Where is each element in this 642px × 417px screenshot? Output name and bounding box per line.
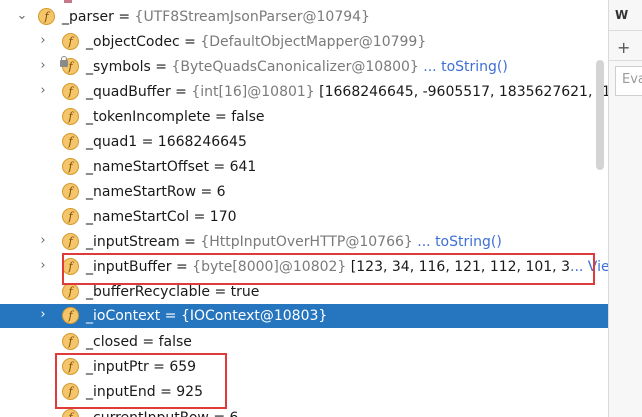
var-value: 925 xyxy=(176,384,203,400)
field-f-icon: f xyxy=(62,383,79,400)
chevron-right-icon[interactable]: › xyxy=(36,258,50,274)
var-name: _currentInputRow = 6 xyxy=(86,409,238,417)
divider xyxy=(609,30,642,31)
var-name: _quad1 xyxy=(86,134,138,150)
var-value: false xyxy=(231,109,265,125)
var-name: _quadBuffer xyxy=(86,84,171,100)
var-value: 659 xyxy=(169,359,197,375)
var-name: _objectCodec xyxy=(86,34,180,50)
tree-row-tokenincomplete[interactable]: f _tokenIncomplete = false xyxy=(0,105,608,129)
tree-row-namestartrow[interactable]: f _nameStartRow = 6 xyxy=(0,180,608,204)
tree-row-inputstream[interactable]: › f _inputStream = {HttpInputOverHTTP@10… xyxy=(0,230,608,254)
var-name: _parser xyxy=(62,9,114,25)
var-name: _tokenIncomplete xyxy=(86,109,211,125)
var-name: _nameStartOffset xyxy=(86,159,209,175)
var-name: _inputEnd xyxy=(86,384,156,400)
var-value: {byte[8000]@10802} xyxy=(192,259,347,275)
divider xyxy=(609,60,642,61)
var-name: _bufferRecyclable xyxy=(86,284,211,300)
var-value: {DefaultObjectMapper@10799} xyxy=(200,34,427,50)
var-value: 641 xyxy=(229,159,257,175)
tree-row-objectcodec[interactable]: › f _objectCodec = {DefaultObjectMapper@… xyxy=(0,30,608,54)
vertical-scrollbar[interactable] xyxy=(596,60,604,170)
field-f-icon: f xyxy=(62,208,79,225)
var-value: {HttpInputOverHTTP@10766} xyxy=(200,234,413,250)
view-link[interactable]: ... View xyxy=(570,259,608,275)
var-name: _symbols xyxy=(86,59,151,75)
truncated-parent-edge xyxy=(64,0,72,3)
tree-row-inputptr[interactable]: f _inputPtr = 659 xyxy=(0,355,608,379)
var-value: {int[16]@10801} xyxy=(191,84,315,100)
field-f-icon: f xyxy=(62,358,79,375)
to-string-link[interactable]: ... toString() xyxy=(417,234,502,250)
var-preview: [123, 34, 116, 121, 112, 101, 3 xyxy=(346,259,570,275)
variables-tree: ⌄ f _parser = {UTF8StreamJsonParser@1079… xyxy=(0,0,608,417)
chevron-right-icon[interactable]: › xyxy=(36,233,50,249)
var-name: _inputBuffer xyxy=(86,259,172,275)
evaluate-input[interactable]: Eva xyxy=(615,66,642,96)
tree-row-closed[interactable]: f _closed = false xyxy=(0,330,608,354)
var-value: 6 xyxy=(216,184,226,200)
plus-icon[interactable]: + xyxy=(617,38,630,57)
chevron-down-icon[interactable]: ⌄ xyxy=(15,8,29,24)
var-name: _inputPtr xyxy=(86,359,149,375)
tree-row-namestartoffset[interactable]: f _nameStartOffset = 641 xyxy=(0,155,608,179)
var-name: _closed xyxy=(86,334,138,350)
var-value: false xyxy=(158,334,192,350)
var-value: {ByteQuadsCanonicalizer@10800} xyxy=(171,59,419,75)
field-f-icon: f xyxy=(62,307,79,324)
var-name: _ioContext xyxy=(86,308,161,324)
field-f-icon: f xyxy=(62,158,79,175)
field-f-icon: f xyxy=(62,409,79,417)
field-f-icon: f xyxy=(62,108,79,125)
tree-row-symbols[interactable]: › f _symbols = {ByteQuadsCanonicalizer@1… xyxy=(0,55,608,79)
var-name: _nameStartRow xyxy=(86,184,197,200)
evaluate-placeholder: Eva xyxy=(622,72,642,87)
var-value: 1668246645 xyxy=(157,134,247,150)
tree-row-bufferrecyclable[interactable]: f _bufferRecyclable = true xyxy=(0,280,608,304)
field-f-icon: f xyxy=(62,33,79,50)
tree-row-namestartcol[interactable]: f _nameStartCol = 170 xyxy=(0,205,608,229)
field-f-icon: f xyxy=(62,233,79,250)
field-f-icon: f xyxy=(62,283,79,300)
tree-row-quadbuffer[interactable]: › f _quadBuffer = {int[16]@10801} [16682… xyxy=(0,80,608,104)
chevron-right-icon[interactable]: › xyxy=(36,307,50,323)
field-f-icon: f xyxy=(62,133,79,150)
field-f-icon: f xyxy=(62,83,79,100)
field-f-icon: f xyxy=(62,258,79,275)
to-string-link[interactable]: ... toString() xyxy=(423,59,508,75)
field-f-icon: f xyxy=(38,8,55,25)
field-f-icon: f xyxy=(62,183,79,200)
tree-row-iocontext[interactable]: › f _ioContext = {IOContext@10803} xyxy=(0,304,608,328)
tree-row-partial[interactable]: f _currentInputRow = 6 xyxy=(0,406,608,417)
lock-icon xyxy=(60,56,68,67)
var-name: _nameStartCol xyxy=(86,209,190,225)
watches-side-panel: W + Eva xyxy=(608,0,642,417)
chevron-right-icon[interactable]: › xyxy=(36,58,50,74)
tree-row-inputend[interactable]: f _inputEnd = 925 xyxy=(0,380,608,404)
tree-row-quad1[interactable]: f _quad1 = 1668246645 xyxy=(0,130,608,154)
var-value: 170 xyxy=(209,209,237,225)
watches-tab[interactable]: W xyxy=(615,8,628,22)
var-preview: [1668246645, -9605517, 1835627621, -14 xyxy=(314,84,608,100)
var-value: true xyxy=(230,284,260,300)
var-value: {UTF8StreamJsonParser@10794} xyxy=(134,9,370,25)
field-f-icon: f xyxy=(62,333,79,350)
chevron-right-icon[interactable]: › xyxy=(36,33,50,49)
var-name: _inputStream xyxy=(86,234,180,250)
tree-row-inputbuffer[interactable]: › f _inputBuffer = {byte[8000]@10802} [1… xyxy=(0,255,608,279)
chevron-right-icon[interactable]: › xyxy=(36,83,50,99)
tree-row-parser[interactable]: ⌄ f _parser = {UTF8StreamJsonParser@1079… xyxy=(0,5,608,29)
var-value: {IOContext@10803} xyxy=(180,308,328,324)
